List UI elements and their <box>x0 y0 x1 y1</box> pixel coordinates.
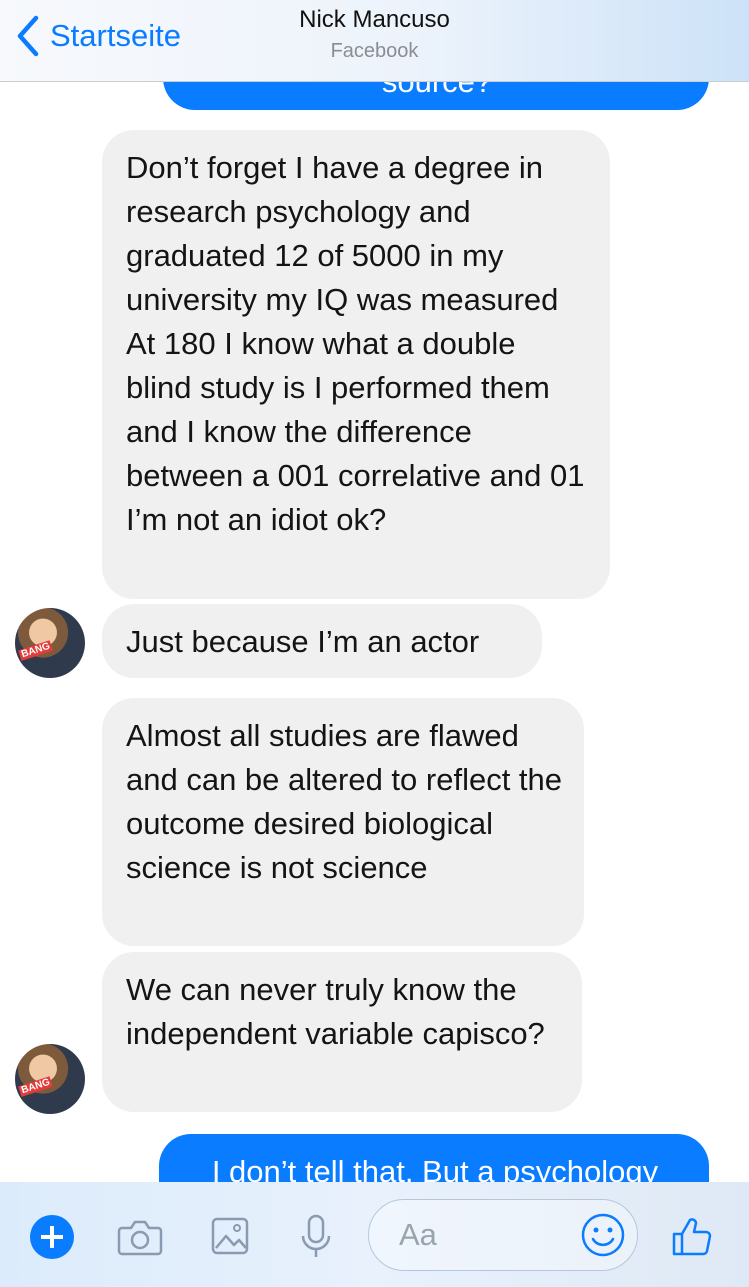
message-bubble-received[interactable]: Just because I’m an actor <box>102 604 542 678</box>
message-list[interactable]: source? Don’t forget I have a degree in … <box>0 82 749 1182</box>
message-text: Almost all studies are flawed and can be… <box>126 718 563 885</box>
message-text: We can never truly know the independent … <box>126 972 545 1051</box>
message-bubble-sent[interactable]: I don’t tell that. But a psychology <box>159 1134 709 1182</box>
message-input[interactable]: Aa <box>368 1199 638 1271</box>
contact-subtitle: Facebook <box>330 40 419 62</box>
message-input-placeholder: Aa <box>399 1217 437 1252</box>
message-bubble-received[interactable]: Almost all studies are flawed and can be… <box>102 698 584 946</box>
avatar-badge-text: BANG <box>18 1076 54 1097</box>
message-bubble-received[interactable]: Don’t forget I have a degree in research… <box>102 130 610 599</box>
message-text: Just because I’m an actor <box>126 624 480 659</box>
message-bubble-sent[interactable]: source? <box>163 82 709 110</box>
emoji-icon[interactable] <box>579 1211 627 1259</box>
contact-avatar[interactable]: BANG <box>15 608 85 678</box>
like-icon[interactable] <box>668 1212 716 1260</box>
gallery-icon[interactable] <box>206 1212 254 1260</box>
message-text: I don’t tell that. But a psychology <box>211 1154 659 1182</box>
camera-icon[interactable] <box>116 1212 164 1260</box>
contact-avatar[interactable]: BANG <box>15 1044 85 1114</box>
message-text: Don’t forget I have a degree in research… <box>126 150 585 537</box>
microphone-icon[interactable] <box>292 1212 340 1260</box>
contact-name[interactable]: Nick Mancuso <box>0 6 749 34</box>
conversation-header: Startseite Nick Mancuso Facebook <box>0 0 749 82</box>
plus-icon[interactable] <box>30 1215 74 1259</box>
avatar-badge-text: BANG <box>18 640 54 661</box>
message-bubble-received[interactable]: We can never truly know the independent … <box>102 952 582 1112</box>
message-text: source? <box>382 82 492 99</box>
